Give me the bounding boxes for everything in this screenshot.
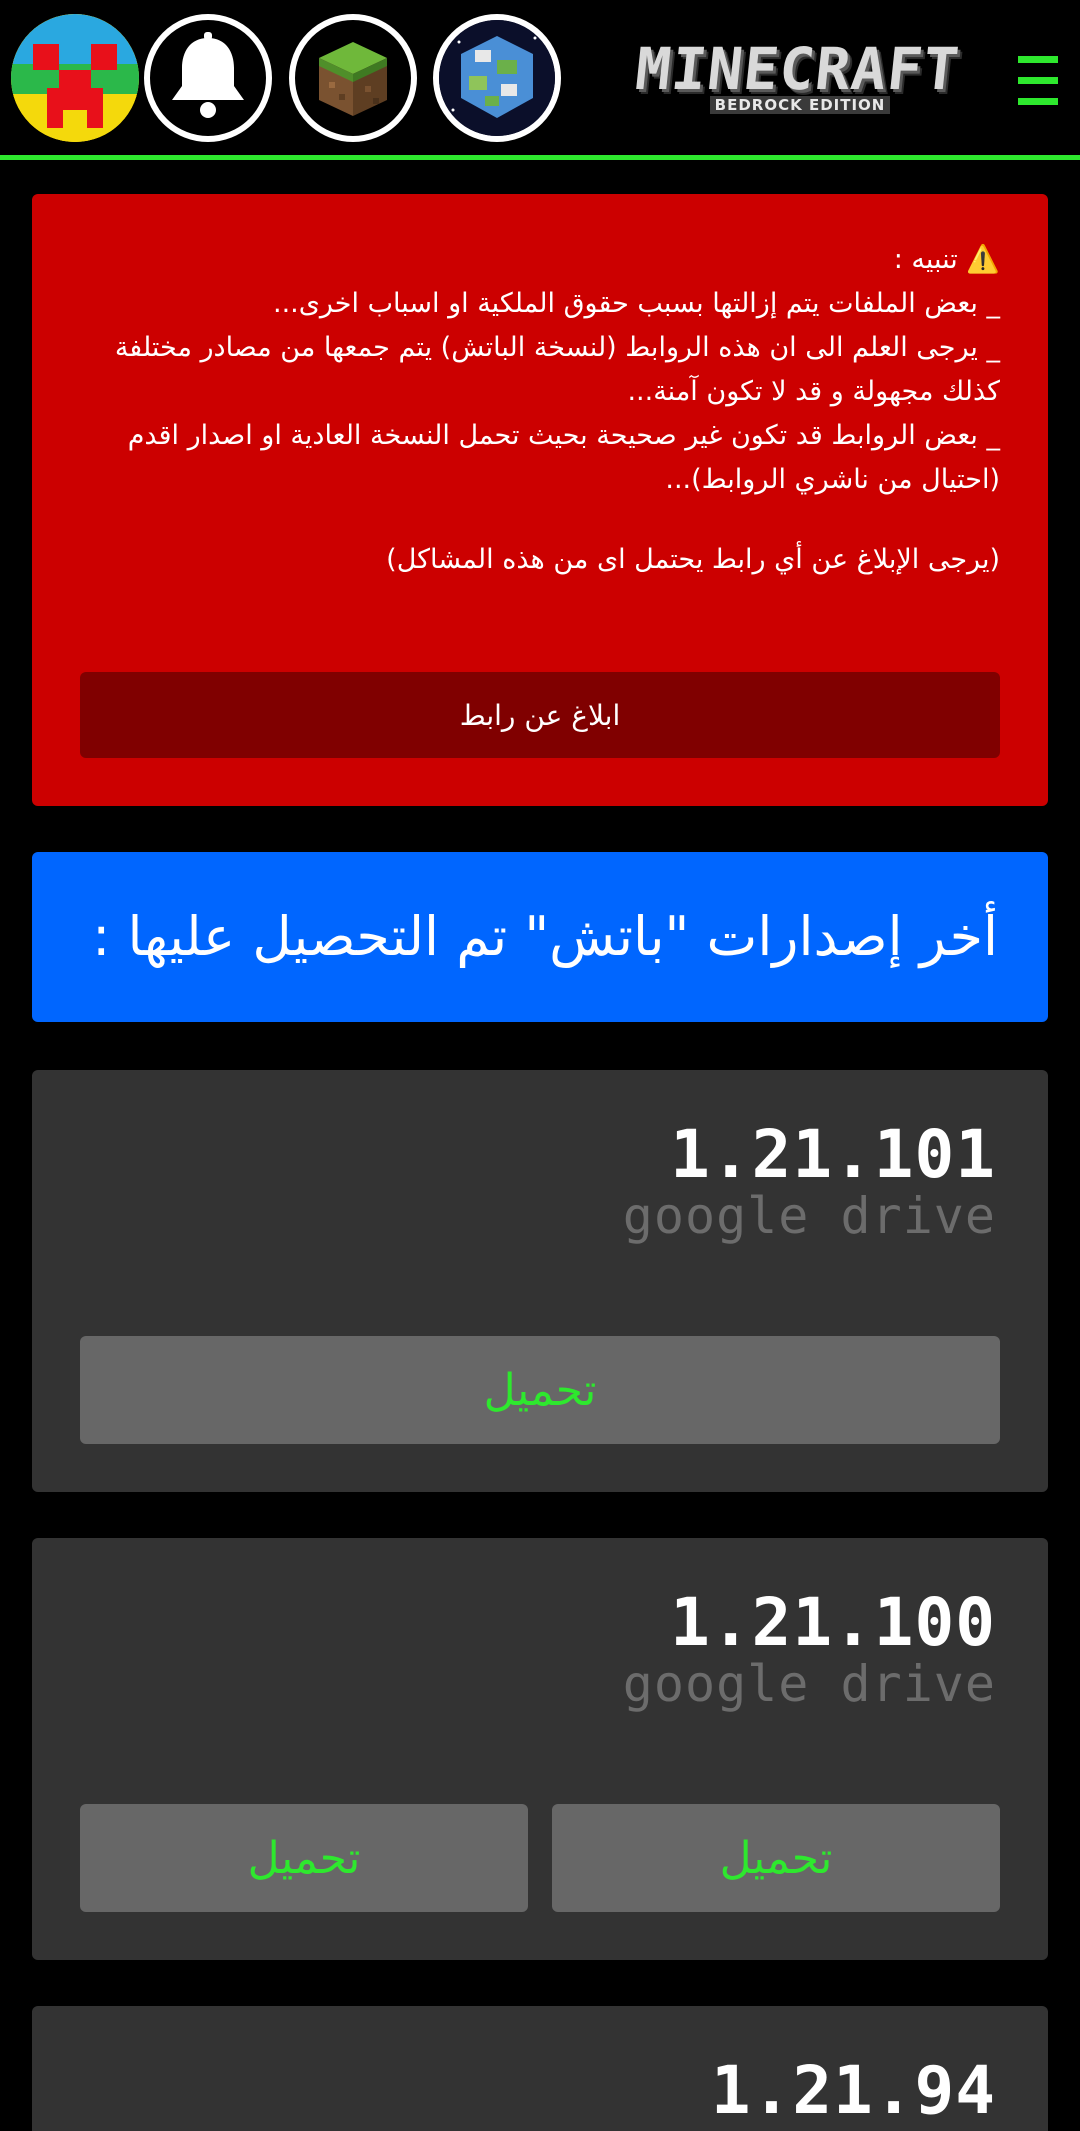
earth-button[interactable] <box>433 14 561 142</box>
minecraft-logo: MINECRAFT BEDROCK EDITION <box>600 35 995 118</box>
download-button[interactable]: تحميل <box>552 1804 1000 1912</box>
page: MINECRAFT BEDROCK EDITION ⚠️ تنبيه : _ ب… <box>0 0 1080 2131</box>
section-title: أخر إصدارات "باتش" تم التحصيل عليها : <box>92 905 998 968</box>
section-header: أخر إصدارات "باتش" تم التحصيل عليها : <box>32 852 1048 1022</box>
grass-block-icon <box>319 42 387 116</box>
warning-card: ⚠️ تنبيه : _ بعض الملفات يتم إزالتها بسب… <box>32 194 1048 806</box>
logo-title: MINECRAFT <box>632 35 963 103</box>
warning-line: _ بعض الملفات يتم إزالتها بسبب حقوق المل… <box>273 288 1000 319</box>
grass-block-button[interactable] <box>289 14 417 142</box>
warning-text: ⚠️ تنبيه : _ بعض الملفات يتم إزالتها بسب… <box>112 238 1000 582</box>
menu-button[interactable] <box>1018 56 1058 106</box>
creeper-avatar-button[interactable] <box>11 14 139 142</box>
version-source: google drive <box>622 1187 996 1245</box>
menu-icon <box>1018 56 1058 63</box>
earth-icon <box>439 20 555 136</box>
version-card: 1.21.100 google drive تحميل تحميل <box>32 1538 1048 1960</box>
report-link-button[interactable]: ابلاغ عن رابط <box>80 672 1000 758</box>
version-card: 1.21.101 google drive تحميل <box>32 1070 1048 1492</box>
warning-line: _ يرجى العلم الى ان هذه الروابط (لنسخة ا… <box>114 332 1000 407</box>
version-card: 1.21.94 <box>32 2006 1048 2131</box>
bell-icon <box>172 32 244 118</box>
notifications-button[interactable] <box>144 14 272 142</box>
download-button[interactable]: تحميل <box>80 1804 528 1912</box>
top-bar: MINECRAFT BEDROCK EDITION <box>0 0 1080 160</box>
version-number: 1.21.101 <box>670 1116 996 1193</box>
warning-note: (يرجى الإبلاغ عن أي رابط يحتمل اى من هذه… <box>386 544 1000 575</box>
creeper-avatar-icon <box>11 14 139 142</box>
logo-subtitle: BEDROCK EDITION <box>710 96 890 114</box>
download-button[interactable]: تحميل <box>80 1336 1000 1444</box>
version-source: google drive <box>622 1655 996 1713</box>
version-number: 1.21.100 <box>670 1584 996 1661</box>
warning-title: ⚠️ تنبيه : <box>893 244 1000 275</box>
warning-line: _ بعض الروابط قد تكون غير صحيحة بحيث تحم… <box>127 420 1000 495</box>
version-number: 1.21.94 <box>710 2052 996 2129</box>
